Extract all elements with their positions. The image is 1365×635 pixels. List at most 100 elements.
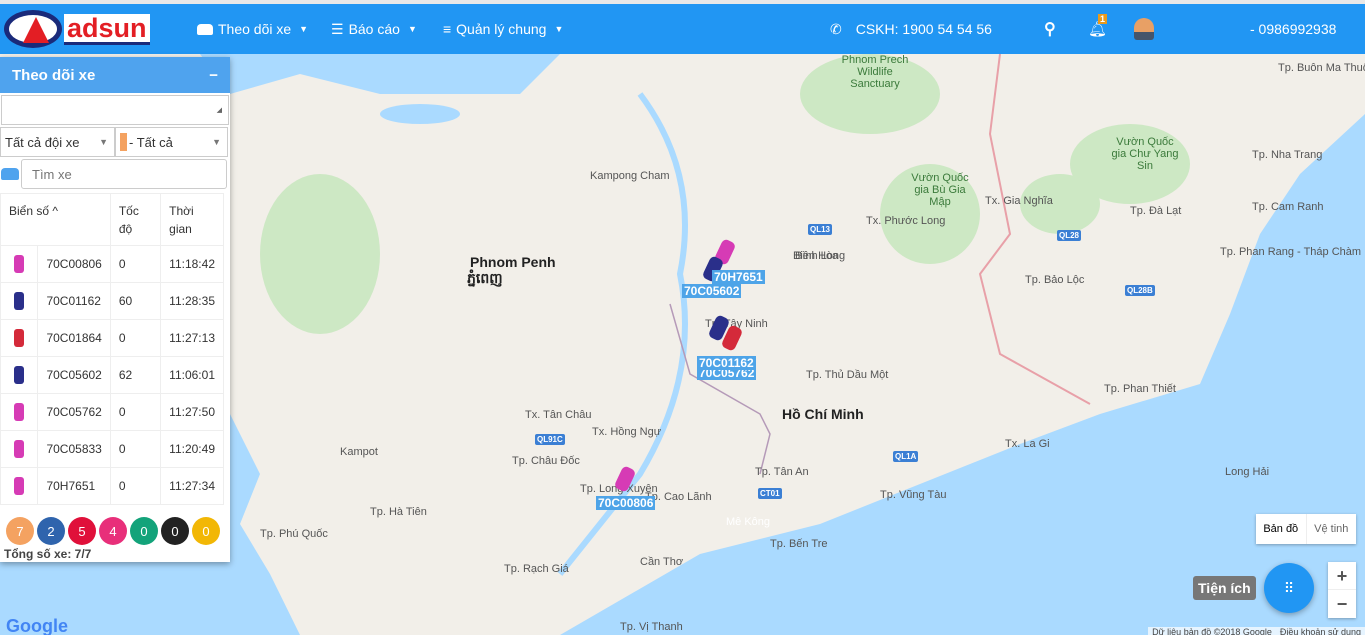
status-count-badge[interactable]: 0 xyxy=(161,517,189,545)
status-count-badge[interactable]: 5 xyxy=(68,517,96,545)
menu-label: Theo dõi xe xyxy=(218,21,292,37)
map-type-control: Bản đồ Vệ tinh xyxy=(1256,514,1356,544)
place-phnom-penh: Phnom Penh xyxy=(470,254,556,270)
vehicle-icon xyxy=(14,329,25,347)
car-icon xyxy=(197,23,213,35)
menu-theo-doi-xe[interactable]: Theo dõi xe ▼ xyxy=(197,4,308,54)
place: Kampot xyxy=(340,446,378,458)
vehicle-label[interactable]: 70H7651 xyxy=(712,270,765,284)
status-count-badge[interactable]: 7 xyxy=(6,517,34,545)
column-speed[interactable]: Tốc độ xyxy=(109,193,162,246)
search-button[interactable]: ⚲ xyxy=(1044,4,1056,54)
time: 11:18:42 xyxy=(160,245,224,283)
grid-icon: ⠿ xyxy=(1283,579,1295,596)
time: 11:27:13 xyxy=(160,319,224,357)
menu-label: Báo cáo xyxy=(348,21,400,37)
status-select-value: - Tất cả xyxy=(129,134,173,150)
panel-title: Theo dõi xe xyxy=(12,66,96,84)
place: Tx. Hồng Ngự xyxy=(592,426,662,438)
table-row[interactable]: 70H7651 0 11:27:34 xyxy=(0,467,224,505)
time: 11:06:01 xyxy=(160,356,224,394)
table-row[interactable]: 70C00806 0 11:18:42 xyxy=(0,245,224,283)
total-vehicles: Tổng số xe: 7/7 xyxy=(4,547,92,561)
place: Tp. Phú Quốc xyxy=(260,528,328,540)
place: Tp. Bến Tre xyxy=(770,538,828,550)
place: Phnom Prech Wildlife Sanctuary xyxy=(841,54,909,90)
place: Tp. Hà Tiên xyxy=(370,506,427,518)
vehicle-icon xyxy=(14,477,25,495)
vehicle-select[interactable]: ◢ xyxy=(1,95,229,125)
status-count-badge[interactable]: 0 xyxy=(130,517,158,545)
adsun-logo[interactable]: adsun xyxy=(4,10,150,48)
hotline-text: CSKH: 1900 54 54 56 xyxy=(855,21,992,37)
place: Tp. Phan Rang - Tháp Chàm xyxy=(1220,246,1362,258)
time: 11:27:34 xyxy=(160,467,224,505)
time: 11:28:35 xyxy=(160,282,224,320)
speed: 0 xyxy=(109,430,162,468)
speed: 0 xyxy=(109,245,162,283)
fleet-select[interactable]: Tất cả đội xe ▼ xyxy=(0,127,115,157)
map-type-roadmap[interactable]: Bản đồ xyxy=(1256,514,1307,544)
status-count-badge[interactable]: 0 xyxy=(192,517,220,545)
table-row[interactable]: 70C05602 62 11:06:01 xyxy=(0,356,224,394)
search-vehicle-input[interactable] xyxy=(21,159,227,189)
status-count-badge[interactable]: 2 xyxy=(37,517,65,545)
table-row[interactable]: 70C01162 60 11:28:35 xyxy=(0,282,224,320)
notification-badge: 1 xyxy=(1098,14,1108,24)
place: Cần Thơ xyxy=(640,556,684,568)
zoom-in-button[interactable]: + xyxy=(1328,562,1356,590)
speed: 0 xyxy=(109,319,162,357)
avatar[interactable] xyxy=(1134,4,1154,54)
collapse-button[interactable]: − xyxy=(209,67,218,84)
zoom-out-button[interactable]: − xyxy=(1328,590,1356,618)
place: Tp. Vị Thanh xyxy=(620,621,683,633)
menu-quan-ly-chung[interactable]: ≡ Quản lý chung ▼ xyxy=(443,4,563,54)
place: Tp. Nha Trang xyxy=(1252,149,1323,161)
menu-bao-cao[interactable]: ☰ Báo cáo ▼ xyxy=(331,4,417,54)
place: Tp. Vũng Tàu xyxy=(880,489,947,501)
place: Kampong Cham xyxy=(590,170,670,182)
utility-button[interactable]: ⠿ xyxy=(1264,563,1314,613)
table-row[interactable]: 70C05833 0 11:20:49 xyxy=(0,430,224,468)
place: Tp. Đà Lạt xyxy=(1130,205,1182,217)
map-type-satellite[interactable]: Vệ tinh xyxy=(1307,514,1357,544)
place: Vườn Quốc gia Chư Yang Sin xyxy=(1111,136,1179,172)
speed: 60 xyxy=(109,282,162,320)
time: 11:20:49 xyxy=(160,430,224,468)
vehicle-table: Biển số ^ Tốc độ Thời gian 70C00806 0 11:18:… xyxy=(0,193,224,505)
table-row[interactable]: 70C05762 0 11:27:50 xyxy=(0,393,224,431)
status-count-badge[interactable]: 4 xyxy=(99,517,127,545)
plate: 70C05602 xyxy=(37,356,111,394)
logo-text: adsun xyxy=(64,13,150,45)
vehicle-label[interactable]: 70C05602 xyxy=(682,284,742,298)
notification-button[interactable]: 🔔︎ 1 xyxy=(1088,4,1107,54)
vehicle-icon xyxy=(14,255,25,273)
column-time[interactable]: Thời gian xyxy=(160,193,224,246)
search-icon: ⚲ xyxy=(1044,21,1056,38)
speed: 0 xyxy=(109,467,162,505)
car-icon xyxy=(1,168,19,180)
vehicle-label[interactable]: 70C00806 xyxy=(596,496,656,510)
place: Tx. Gia Nghĩa xyxy=(985,195,1053,207)
user-account[interactable]: - 0986992938 xyxy=(1250,4,1336,54)
status-counts: 7254000 xyxy=(6,517,220,545)
phone-icon: ✆ xyxy=(830,20,842,37)
place: Tp. Cam Ranh xyxy=(1252,201,1324,213)
terms-link[interactable]: Điều khoản sử dụng xyxy=(1280,627,1361,635)
top-navbar: adsun Theo dõi xe ▼ ☰ Báo cáo ▼ ≡ Quản lý ch… xyxy=(0,4,1365,54)
vehicle-icon xyxy=(14,366,25,384)
table-row[interactable]: 70C01864 0 11:27:13 xyxy=(0,319,224,357)
place: Tp. Buôn Ma Thuột xyxy=(1278,62,1365,74)
utility-label: Tiện ích xyxy=(1193,576,1256,600)
attribution-text: Dữ liệu bản đồ ©2018 Google xyxy=(1152,627,1272,635)
status-select[interactable]: - Tất cả ▼ xyxy=(115,127,228,157)
vehicle-label[interactable]: 70C01162 xyxy=(697,356,756,370)
place: Bình Long xyxy=(795,250,846,262)
column-plate[interactable]: Biển số ^ xyxy=(0,193,111,246)
plate: 70C05833 xyxy=(37,430,111,468)
fleet-select-value: Tất cả đội xe xyxy=(5,134,80,150)
place: Tx. La Gi xyxy=(1005,438,1050,450)
vehicle-icon xyxy=(14,292,25,310)
hotline: ✆ CSKH: 1900 54 54 56 xyxy=(830,4,992,54)
place: Mê Kông xyxy=(726,516,771,528)
